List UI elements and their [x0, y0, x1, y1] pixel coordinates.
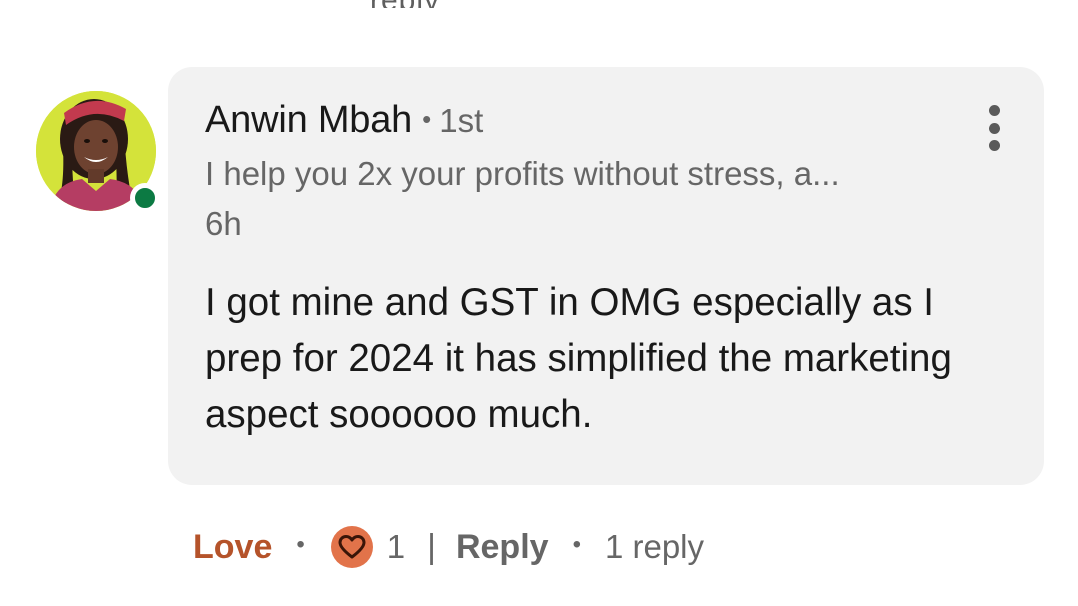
- more-options-button[interactable]: [982, 105, 1006, 151]
- comment-thread: reply: [0, 0, 1078, 606]
- comment-bubble: Anwin Mbah • 1st I help you 2x your prof…: [168, 67, 1044, 485]
- author-headline: I help you 2x your profits without stres…: [205, 155, 840, 192]
- connection-degree: 1st: [439, 102, 484, 139]
- comment-text: I got mine and GST in OMG especially as …: [205, 281, 952, 436]
- author-row: Anwin Mbah • 1st: [205, 99, 483, 142]
- previous-comment-fragment: reply: [370, 0, 440, 8]
- love-reaction-button[interactable]: Love: [193, 528, 272, 567]
- reply-button[interactable]: Reply: [456, 528, 549, 567]
- reply-count-link[interactable]: 1 reply: [605, 528, 704, 566]
- action-divider: |: [427, 527, 436, 566]
- online-status-dot: [130, 183, 160, 213]
- separator-dot: •: [572, 531, 581, 558]
- comment-actions: Love • 1 | Reply • 1 reply: [193, 524, 704, 570]
- heart-icon[interactable]: [330, 526, 373, 568]
- separator-dot: •: [422, 104, 432, 134]
- reaction-count[interactable]: 1: [387, 528, 405, 566]
- author-name[interactable]: Anwin Mbah: [205, 99, 412, 142]
- author-avatar[interactable]: [36, 91, 160, 213]
- more-options-icon: [988, 105, 1000, 116]
- separator-dot: •: [296, 531, 305, 558]
- comment-timestamp: 6h: [205, 205, 242, 242]
